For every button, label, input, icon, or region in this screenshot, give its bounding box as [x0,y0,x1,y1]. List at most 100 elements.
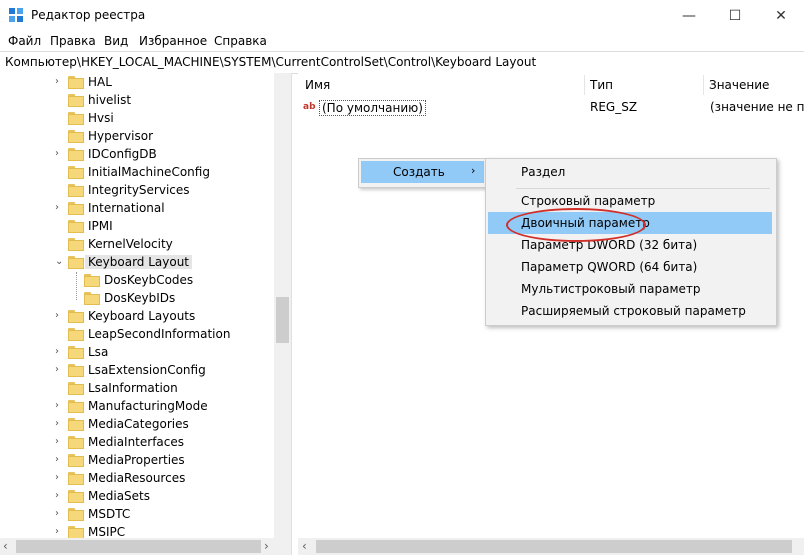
tree-item-label[interactable]: MSDTC [88,507,130,521]
column-separator[interactable] [703,75,704,95]
chevron-right-icon[interactable]: › [55,364,59,375]
tree-item-label[interactable]: Lsa [88,345,108,359]
folder-icon [68,130,84,143]
chevron-right-icon[interactable]: › [55,202,59,213]
tree-item[interactable]: › MediaCategories [0,416,291,434]
tree-hscroll-thumb[interactable] [16,540,261,553]
submenu-item[interactable]: Параметр QWORD (64 бита) [488,256,772,278]
chevron-right-icon[interactable]: › [55,472,59,483]
tree-item-label[interactable]: Keyboard Layout [85,255,193,269]
context-menu[interactable]: Создать › [358,158,488,188]
tree-item-label[interactable]: IDConfigDB [88,147,157,161]
tree-item-label[interactable]: DosKeybIDs [104,291,175,305]
tree-item[interactable]: › HAL [0,74,291,92]
registry-tree[interactable]: › HAL hivelist Hvsi Hypervisor › IDConfigDB Ini… [0,73,292,555]
column-value-header[interactable]: Значение [709,78,769,92]
chevron-right-icon[interactable]: › [55,148,59,159]
tree-item-label[interactable]: MediaSets [88,489,150,503]
tree-scroll-thumb[interactable] [276,297,289,343]
submenu-item[interactable]: Строковый параметр [488,190,772,212]
chevron-right-icon[interactable]: › [55,400,59,411]
chevron-down-icon[interactable]: ⌄ [55,256,63,267]
menu-edit[interactable]: Правка [50,34,96,48]
scroll-left-arrow-icon[interactable]: ‹ [302,539,307,553]
value-name[interactable]: (По умолчанию) [319,100,426,116]
chevron-right-icon[interactable]: › [55,76,59,87]
tree-item[interactable]: IntegrityServices [0,182,291,200]
menu-file[interactable]: Файл [8,34,41,48]
chevron-right-icon[interactable]: › [55,454,59,465]
tree-item-label[interactable]: Keyboard Layouts [88,309,195,323]
tree-item-label[interactable]: MediaCategories [88,417,189,431]
tree-item-label[interactable]: KernelVelocity [88,237,173,251]
menu-help[interactable]: Справка [214,34,267,48]
column-type-header[interactable]: Тип [590,78,613,92]
chevron-right-icon[interactable]: › [55,418,59,429]
value-type: REG_SZ [590,100,638,114]
column-name-header[interactable]: Имя [305,78,330,92]
tree-item-label[interactable]: MediaResources [88,471,185,485]
minimize-button[interactable]: — [666,0,712,31]
tree-item-label[interactable]: hivelist [88,93,131,107]
chevron-right-icon[interactable]: › [55,310,59,321]
tree-item[interactable]: › MediaInterfaces [0,434,291,452]
chevron-right-icon[interactable]: › [55,508,59,519]
tree-item[interactable]: hivelist [0,92,291,110]
chevron-right-icon[interactable]: › [55,346,59,357]
tree-item-label[interactable]: LeapSecondInformation [88,327,230,341]
folder-icon [68,418,84,431]
tree-item-label[interactable]: LsaInformation [88,381,178,395]
tree-item[interactable]: › Keyboard Layouts [0,308,291,326]
submenu-item[interactable]: Расширяемый строковый параметр [488,300,772,322]
submenu-item[interactable]: Мультистроковый параметр [488,278,772,300]
menu-view[interactable]: Вид [104,34,128,48]
column-separator[interactable] [584,75,585,95]
tree-item[interactable]: › IDConfigDB [0,146,291,164]
maximize-button[interactable]: ☐ [712,0,758,31]
tree-item-label[interactable]: DosKeybCodes [104,273,193,287]
scroll-left-arrow-icon[interactable]: ‹ [3,539,8,553]
tree-item[interactable]: Hypervisor [0,128,291,146]
submenu-item[interactable]: Раздел [488,161,772,183]
tree-item[interactable]: KernelVelocity [0,236,291,254]
address-path[interactable]: Компьютер\HKEY_LOCAL_MACHINE\SYSTEM\Curr… [5,55,536,69]
context-create-item[interactable]: Создать [393,165,445,179]
tree-item[interactable]: › MSDTC [0,506,291,524]
tree-item-label[interactable]: ManufacturingMode [88,399,208,413]
tree-item[interactable]: LsaInformation [0,380,291,398]
tree-item[interactable]: › International [0,200,291,218]
tree-item-label[interactable]: Hypervisor [88,129,153,143]
tree-item[interactable]: › MediaProperties [0,452,291,470]
chevron-right-icon[interactable]: › [55,490,59,501]
tree-item[interactable]: IPMI [0,218,291,236]
tree-item[interactable]: › MediaResources [0,470,291,488]
tree-item[interactable]: › LsaExtensionConfig [0,362,291,380]
tree-item[interactable]: ⌄ Keyboard Layout [0,254,291,272]
chevron-right-icon[interactable]: › [55,526,59,537]
scroll-right-arrow-icon[interactable]: › [264,539,269,553]
tree-item[interactable]: InitialMachineConfig [0,164,291,182]
tree-item-label[interactable]: HAL [88,75,112,89]
tree-item[interactable]: Hvsi [0,110,291,128]
menu-favorites[interactable]: Избранное [139,34,207,48]
tree-item-label[interactable]: Hvsi [88,111,114,125]
close-button[interactable]: ✕ [758,0,804,31]
string-value-icon: ab [303,102,316,112]
tree-item[interactable]: › MediaSets [0,488,291,506]
tree-item[interactable]: DosKeybIDs [0,290,291,308]
tree-item[interactable]: › ManufacturingMode [0,398,291,416]
chevron-right-icon[interactable]: › [55,436,59,447]
tree-item-label[interactable]: IntegrityServices [88,183,190,197]
tree-item-label[interactable]: International [88,201,165,215]
tree-item-label[interactable]: IPMI [88,219,113,233]
create-submenu[interactable]: Раздел Строковый параметр Двоичный парамет… [485,158,777,326]
tree-item-label[interactable]: LsaExtensionConfig [88,363,206,377]
tree-item[interactable]: LeapSecondInformation [0,326,291,344]
tree-item-label[interactable]: MSIPC [88,525,125,539]
tree-item-label[interactable]: MediaProperties [88,453,185,467]
tree-item-label[interactable]: MediaInterfaces [88,435,184,449]
values-hscroll-thumb[interactable] [316,540,792,553]
tree-item[interactable]: DosKeybCodes [0,272,291,290]
tree-item-label[interactable]: InitialMachineConfig [88,165,210,179]
tree-item[interactable]: › Lsa [0,344,291,362]
